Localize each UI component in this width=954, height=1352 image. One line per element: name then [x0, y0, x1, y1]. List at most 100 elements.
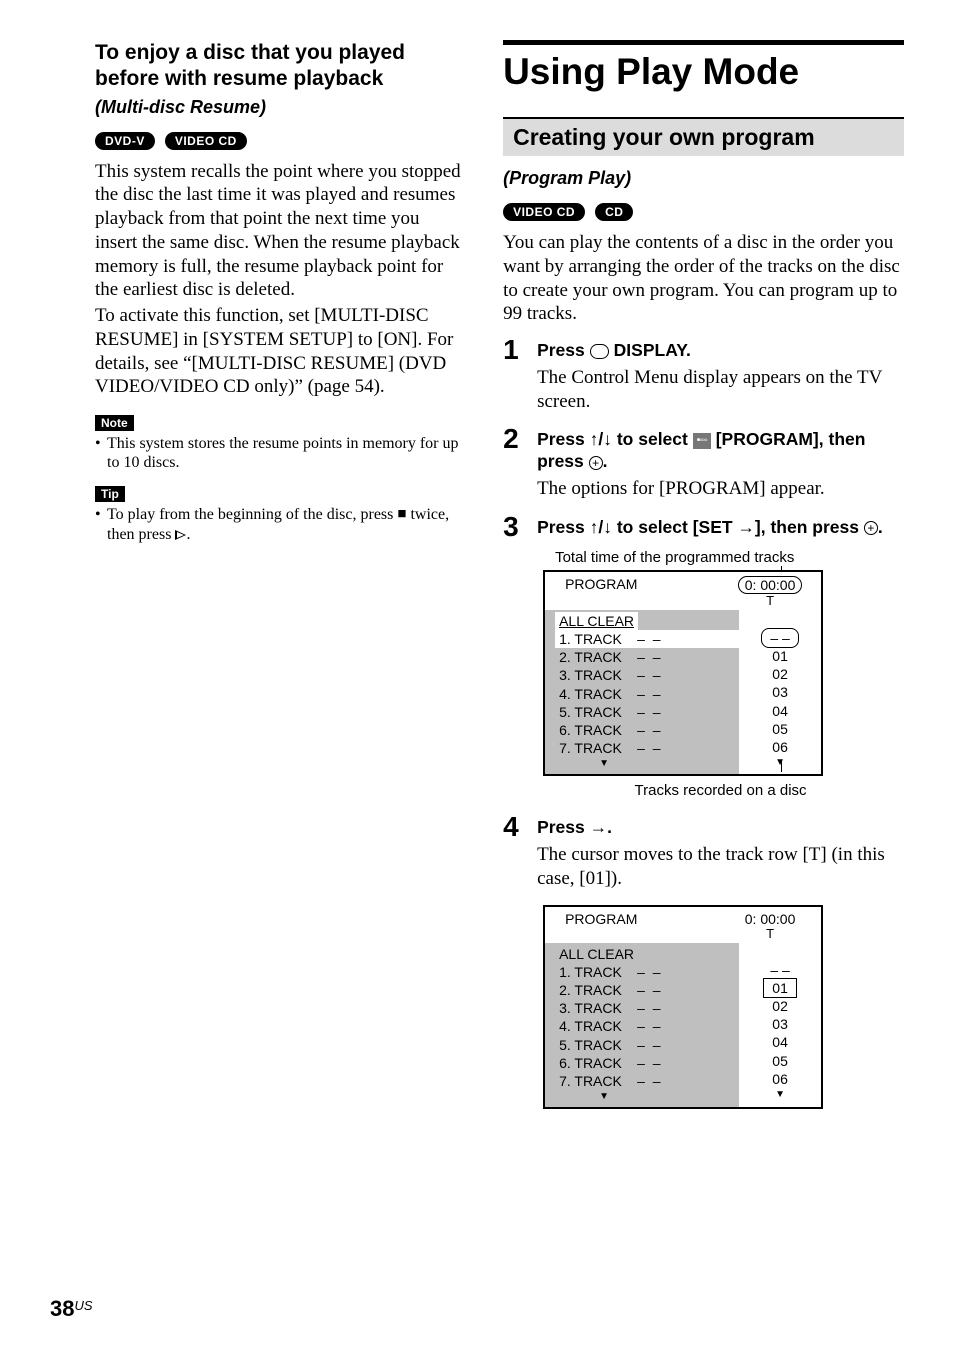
- page-region: US: [74, 1298, 92, 1313]
- osd-r: 03: [739, 683, 821, 701]
- badge-dvd-v: DVD-V: [95, 132, 155, 150]
- s3a: Press ↑/↓ to select [SET →], then press: [537, 517, 864, 537]
- note-text: • This system stores the resume points i…: [95, 434, 465, 472]
- osd-row-v: – –: [637, 721, 673, 739]
- right-badges: VIDEO CD CD: [503, 203, 904, 221]
- down-arrow-icon: ▼: [739, 1088, 821, 1101]
- enter-icon: +: [864, 521, 878, 535]
- steps-list: 1 Press DISPLAY. The Control Menu displa…: [503, 336, 904, 1109]
- section-title: Using Play Mode: [503, 51, 904, 93]
- osd-r: 02: [739, 997, 821, 1015]
- display-button-icon: [590, 344, 609, 359]
- osd-r: 02: [739, 665, 821, 683]
- step-instruction: Press ↑/↓ to select [SET →], then press …: [537, 517, 904, 539]
- left-badges: DVD-V VIDEO CD: [95, 132, 465, 150]
- osd-row-l: 3. TRACK: [559, 999, 637, 1017]
- osd-program-2: PROGRAM 0: 00:00 T ALL CLEAR 1. TRACK– –…: [543, 905, 823, 1110]
- osd-r: 05: [739, 1052, 821, 1070]
- step-3: 3 Press ↑/↓ to select [SET →], then pres…: [503, 513, 904, 803]
- osd-row-v: – –: [637, 1072, 673, 1090]
- s2a: Press ↑/↓ to select: [537, 429, 693, 449]
- left-heading-l2: before with resume playback: [95, 66, 465, 92]
- osd-r: 06: [739, 738, 821, 756]
- down-arrow-icon: ▼: [599, 757, 739, 770]
- step-1: 1 Press DISPLAY. The Control Menu displa…: [503, 336, 904, 417]
- s1b: DISPLAY.: [609, 340, 691, 360]
- osd-program-1: PROGRAM 0: 00:00 T ALL CLEAR 1. TRACK– –: [543, 570, 823, 777]
- badge-video-cd: VIDEO CD: [503, 203, 585, 221]
- left-heading: To enjoy a disc that you played before w…: [95, 40, 465, 93]
- tip-c: .: [186, 526, 190, 543]
- osd-row-l: 5. TRACK: [559, 703, 637, 721]
- osd-row-v: – –: [637, 685, 673, 703]
- osd-header: PROGRAM: [565, 911, 731, 941]
- s1a: Press: [537, 340, 590, 360]
- osd-row-v: – –: [637, 1036, 673, 1054]
- caption-total-time: Total time of the programmed tracks: [555, 549, 904, 566]
- step-instruction: Press DISPLAY.: [537, 340, 904, 362]
- right-intro: You can play the contents of a disc in t…: [503, 231, 904, 326]
- osd-r: 01: [739, 647, 821, 665]
- osd-row-v: – –: [637, 630, 673, 648]
- osd-row-v: – –: [637, 981, 673, 999]
- bullet-icon: •: [95, 505, 107, 543]
- caption-tracks: Tracks recorded on a disc: [537, 782, 904, 799]
- step-desc: The cursor moves to the track row [T] (i…: [537, 843, 904, 891]
- subsection-title: Creating your own program: [503, 117, 904, 156]
- step-desc: The options for [PROGRAM] appear.: [537, 477, 904, 501]
- note-body: This system stores the resume points in …: [107, 434, 465, 472]
- badge-video-cd: VIDEO CD: [165, 132, 247, 150]
- step-num: 1: [503, 336, 537, 417]
- osd-row-l: 3. TRACK: [559, 666, 637, 684]
- osd-r-sel: 01: [763, 978, 797, 998]
- tip-a: To play from the beginning of the disc, …: [107, 506, 397, 523]
- osd-right-panel: – – 01 02 03 04 05 06 ▼: [739, 943, 821, 1108]
- osd-row-v: – –: [637, 739, 673, 757]
- osd-row-l: 6. TRACK: [559, 721, 637, 739]
- step-instruction: Press ↑/↓ to select •◦◦◦ [PROGRAM], then…: [537, 429, 904, 473]
- osd-r-sel: – –: [761, 628, 798, 648]
- osd-row-v: – –: [637, 999, 673, 1017]
- step-2: 2 Press ↑/↓ to select •◦◦◦ [PROGRAM], th…: [503, 425, 904, 505]
- s3b: .: [878, 517, 883, 537]
- tip-text: • To play from the beginning of the disc…: [95, 505, 465, 543]
- osd-row-l: 6. TRACK: [559, 1054, 637, 1072]
- osd-row-v: – –: [637, 703, 673, 721]
- osd-r: 03: [739, 1015, 821, 1033]
- step-desc: The Control Menu display appears on the …: [537, 366, 904, 414]
- down-arrow-icon: ▼: [739, 756, 821, 769]
- osd-right-panel: – – 01 02 03 04 05 06 ▼: [739, 610, 821, 775]
- step-num: 4: [503, 813, 537, 1109]
- tip-body: To play from the beginning of the disc, …: [107, 505, 465, 543]
- osd-row-l: 4. TRACK: [559, 685, 637, 703]
- s2c: .: [603, 451, 608, 471]
- osd-row-v: – –: [637, 1054, 673, 1072]
- osd-row-l: 7. TRACK: [559, 739, 637, 757]
- osd-row-l: 5. TRACK: [559, 1036, 637, 1054]
- osd-row-v: – –: [637, 648, 673, 666]
- right-column: Using Play Mode Creating your own progra…: [503, 40, 904, 1117]
- osd-time: 0: 00:00: [738, 576, 803, 594]
- osd-all-clear: ALL CLEAR: [555, 612, 638, 630]
- leader-line: [781, 760, 782, 772]
- osd-r: 04: [739, 702, 821, 720]
- osd-row-l: 1. TRACK: [559, 963, 637, 981]
- tip-label: Tip: [95, 486, 125, 502]
- badge-cd: CD: [595, 203, 633, 221]
- osd-t: T: [731, 593, 809, 608]
- osd-row-v: – –: [637, 1017, 673, 1035]
- enter-icon: +: [589, 456, 603, 470]
- play-icon: [175, 530, 186, 540]
- osd-row-l: 4. TRACK: [559, 1017, 637, 1035]
- osd-row-l: 1. TRACK: [559, 630, 637, 648]
- osd-left-panel: ALL CLEAR 1. TRACK– – 2. TRACK– – 3. TRA…: [545, 943, 739, 1108]
- osd-row-l: 2. TRACK: [559, 981, 637, 999]
- osd-row-l: 7. TRACK: [559, 1072, 637, 1090]
- left-para1: This system recalls the point where you …: [95, 160, 465, 303]
- page-num-value: 38: [50, 1296, 74, 1321]
- left-heading-l1: To enjoy a disc that you played: [95, 41, 405, 64]
- osd-time: 0: 00:00: [745, 911, 796, 927]
- step-num: 2: [503, 425, 537, 505]
- section-rule: [503, 40, 904, 45]
- step-num: 3: [503, 513, 537, 803]
